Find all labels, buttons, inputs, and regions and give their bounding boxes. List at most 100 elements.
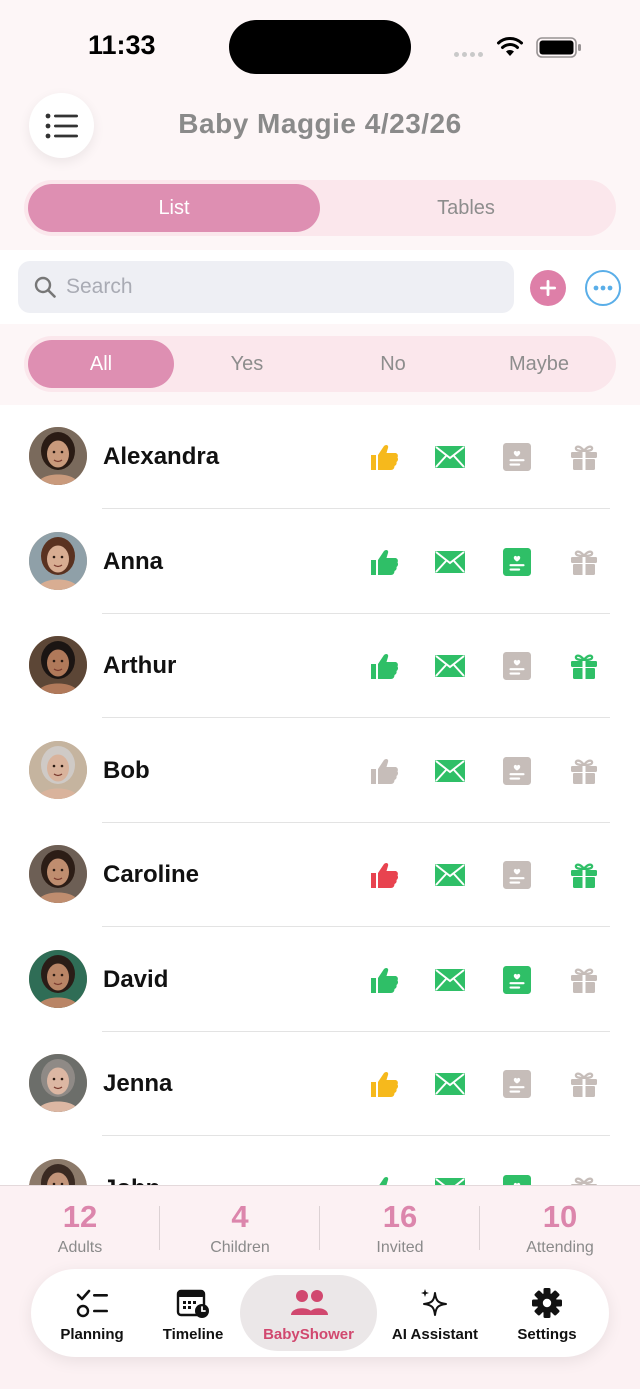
stat-label: Invited: [376, 1239, 424, 1256]
thumbs-up-icon[interactable]: [368, 547, 400, 577]
tab-label: BabyShower: [263, 1326, 354, 1343]
stat-value: 16: [382, 1199, 418, 1234]
card-icon[interactable]: [501, 756, 533, 786]
stat-label: Adults: [57, 1239, 103, 1256]
more-options-button[interactable]: [585, 270, 621, 306]
avatar: [29, 740, 87, 799]
guest-row[interactable]: John: [0, 1137, 640, 1185]
gift-icon[interactable]: [568, 860, 600, 890]
guest-row[interactable]: Caroline: [0, 823, 640, 927]
guest-name: David: [103, 965, 169, 993]
tab-list[interactable]: List: [28, 184, 320, 232]
card-icon[interactable]: [501, 547, 533, 577]
gear-icon: [532, 1288, 562, 1318]
tab-planning[interactable]: Planning: [41, 1275, 143, 1351]
card-icon[interactable]: [501, 1069, 533, 1099]
tab-label: AI Assistant: [391, 1326, 479, 1343]
filter-yes[interactable]: Yes: [174, 340, 320, 388]
add-guest-button[interactable]: [530, 270, 566, 306]
thumbs-up-icon[interactable]: [368, 442, 400, 472]
gift-icon[interactable]: [568, 651, 600, 681]
card-icon[interactable]: [501, 1174, 533, 1185]
tab-bar: Planning Timeline BabyShower AI Assistan…: [31, 1269, 609, 1357]
stat-value: 10: [542, 1199, 578, 1234]
page-title: Baby Maggie 4/23/26: [178, 108, 462, 139]
guest-row[interactable]: David: [0, 928, 640, 1032]
search-icon: [34, 276, 56, 298]
stat-invited: 16 Invited: [320, 1186, 480, 1268]
guest-row[interactable]: Alexandra: [0, 405, 640, 509]
gift-icon[interactable]: [568, 442, 600, 472]
tab-ai-assistant[interactable]: AI Assistant: [377, 1275, 493, 1351]
card-icon[interactable]: [501, 965, 533, 995]
guest-name: Arthur: [103, 652, 177, 679]
calendar-clock-icon: [176, 1289, 209, 1318]
envelope-icon[interactable]: [434, 651, 466, 681]
signal-icon: [454, 44, 488, 57]
envelope-icon[interactable]: [434, 756, 466, 786]
tab-babyshower[interactable]: BabyShower: [240, 1275, 377, 1351]
card-icon[interactable]: [501, 860, 533, 890]
tab-tables[interactable]: Tables: [320, 184, 612, 232]
thumbs-up-icon[interactable]: [368, 1174, 400, 1185]
stat-value: 12: [62, 1199, 98, 1234]
plus-icon: [540, 280, 556, 296]
avatar: [29, 531, 87, 590]
search-input[interactable]: [66, 269, 496, 305]
wifi-icon: [497, 37, 523, 56]
people-icon: [290, 1290, 328, 1315]
envelope-icon[interactable]: [434, 1174, 466, 1185]
gift-icon[interactable]: [568, 547, 600, 577]
card-icon[interactable]: [501, 651, 533, 681]
view-switch: List Tables: [24, 180, 616, 236]
stat-label: Attending: [526, 1239, 594, 1256]
thumbs-up-icon[interactable]: [368, 1069, 400, 1099]
search-box: [18, 261, 514, 313]
guest-row[interactable]: Bob: [0, 719, 640, 823]
filter-all[interactable]: All: [28, 340, 174, 388]
thumbs-up-icon[interactable]: [368, 860, 400, 890]
stat-attending: 10 Attending: [480, 1186, 640, 1268]
avatar: [29, 845, 87, 903]
dynamic-island: [229, 20, 411, 74]
envelope-icon[interactable]: [434, 547, 466, 577]
guest-name: Jenna: [103, 1070, 173, 1097]
thumbs-up-icon[interactable]: [368, 651, 400, 681]
avatar: [29, 949, 87, 1008]
gift-icon[interactable]: [568, 1174, 600, 1185]
avatar: [29, 1158, 87, 1185]
stat-value: 4: [231, 1199, 249, 1234]
envelope-icon[interactable]: [434, 860, 466, 890]
gift-icon[interactable]: [568, 1069, 600, 1099]
filter-maybe[interactable]: Maybe: [466, 340, 612, 388]
gift-icon[interactable]: [568, 756, 600, 786]
guest-row[interactable]: Jenna: [0, 1032, 640, 1136]
stat-children: 4 Children: [160, 1186, 320, 1268]
gift-icon[interactable]: [568, 965, 600, 995]
thumbs-up-icon[interactable]: [368, 965, 400, 995]
envelope-icon[interactable]: [434, 1069, 466, 1099]
tab-label: Settings: [517, 1326, 577, 1343]
card-icon[interactable]: [501, 442, 533, 472]
stat-label: Children: [210, 1239, 270, 1256]
avatar: [29, 636, 87, 694]
guest-list: Alexandra Anna Arthur Bob Caroline David Jenna…: [0, 405, 640, 1185]
avatar: [29, 427, 87, 485]
thumbs-up-icon[interactable]: [368, 756, 400, 786]
envelope-icon[interactable]: [434, 442, 466, 472]
filter-no[interactable]: No: [320, 340, 466, 388]
envelope-icon[interactable]: [434, 965, 466, 995]
tab-settings[interactable]: Settings: [493, 1275, 601, 1351]
status-time: 11:33: [88, 30, 156, 60]
rsvp-filter: All Yes No Maybe: [24, 336, 616, 392]
guest-name: Alexandra: [103, 443, 220, 470]
avatar: [29, 1054, 87, 1112]
stat-adults: 12 Adults: [0, 1186, 160, 1268]
guest-row[interactable]: Arthur: [0, 614, 640, 718]
tab-timeline[interactable]: Timeline: [143, 1275, 243, 1351]
guest-name: Caroline: [103, 861, 200, 888]
guest-row[interactable]: Anna: [0, 510, 640, 614]
sparkles-icon: [421, 1289, 447, 1316]
tab-label: Planning: [60, 1326, 124, 1343]
status-bar: 11:33: [0, 0, 640, 90]
